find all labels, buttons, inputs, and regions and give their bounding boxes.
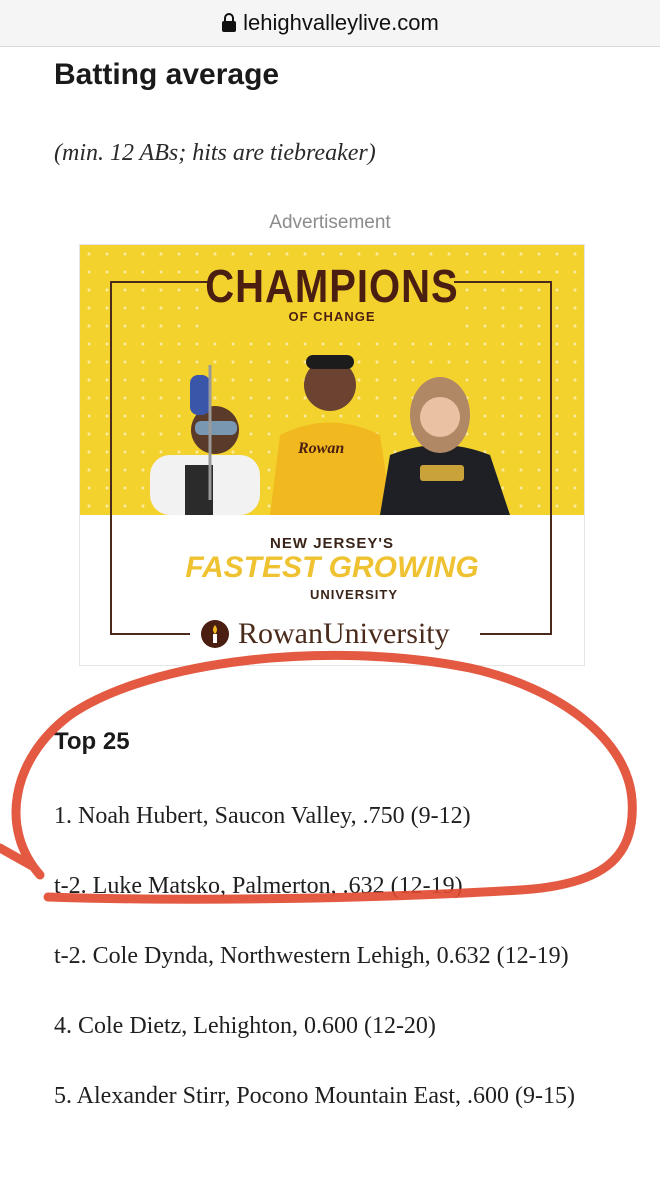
ad-subtitle: OF CHANGE bbox=[288, 309, 376, 324]
svg-text:Rowan: Rowan bbox=[297, 440, 344, 457]
ad-students-photo: Rowan bbox=[150, 355, 510, 515]
torch-icon bbox=[201, 620, 229, 648]
ad-title: CHAMPIONS bbox=[205, 261, 459, 313]
criteria-note: (min. 12 ABs; hits are tiebreaker) bbox=[54, 140, 376, 166]
ranking-item-1: 1. Noah Hubert, Saucon Valley, .750 (9-1… bbox=[54, 803, 471, 829]
ad-line-university: UNIVERSITY bbox=[310, 587, 399, 602]
ranking-item-4: 4. Cole Dietz, Lehighton, 0.600 (12-20) bbox=[54, 1013, 436, 1039]
rankings-list: 1. Noah Hubert, Saucon Valley, .750 (9-1… bbox=[54, 796, 614, 1146]
section-heading: Batting average bbox=[54, 58, 280, 91]
lock-icon bbox=[222, 13, 237, 32]
url-text[interactable]: lehighvalleylive.com bbox=[243, 10, 439, 36]
rowan-logo-text: RowanUniversity bbox=[238, 617, 450, 650]
address-bar[interactable]: lehighvalleylive.com bbox=[0, 0, 660, 47]
top-25-heading: Top 25 bbox=[54, 728, 130, 755]
ad-line-new-jersey: NEW JERSEY'S bbox=[270, 535, 394, 552]
rowan-university-ad[interactable]: CHAMPIONS OF CHANGE Rowan NEW JERSEY'S F… bbox=[79, 244, 585, 666]
rowan-logo: RowanUniversity bbox=[200, 617, 450, 651]
ad-line-fastest-growing: FASTEST GROWING bbox=[185, 551, 479, 584]
ranking-item-3: t-2. Cole Dynda, Northwestern Lehigh, 0.… bbox=[54, 943, 569, 969]
advertisement-label: Advertisement bbox=[269, 212, 391, 233]
ranking-item-5: 5. Alexander Stirr, Pocono Mountain East… bbox=[54, 1083, 575, 1109]
ranking-item-2: t-2. Luke Matsko, Palmerton, .632 (12-19… bbox=[54, 873, 463, 899]
